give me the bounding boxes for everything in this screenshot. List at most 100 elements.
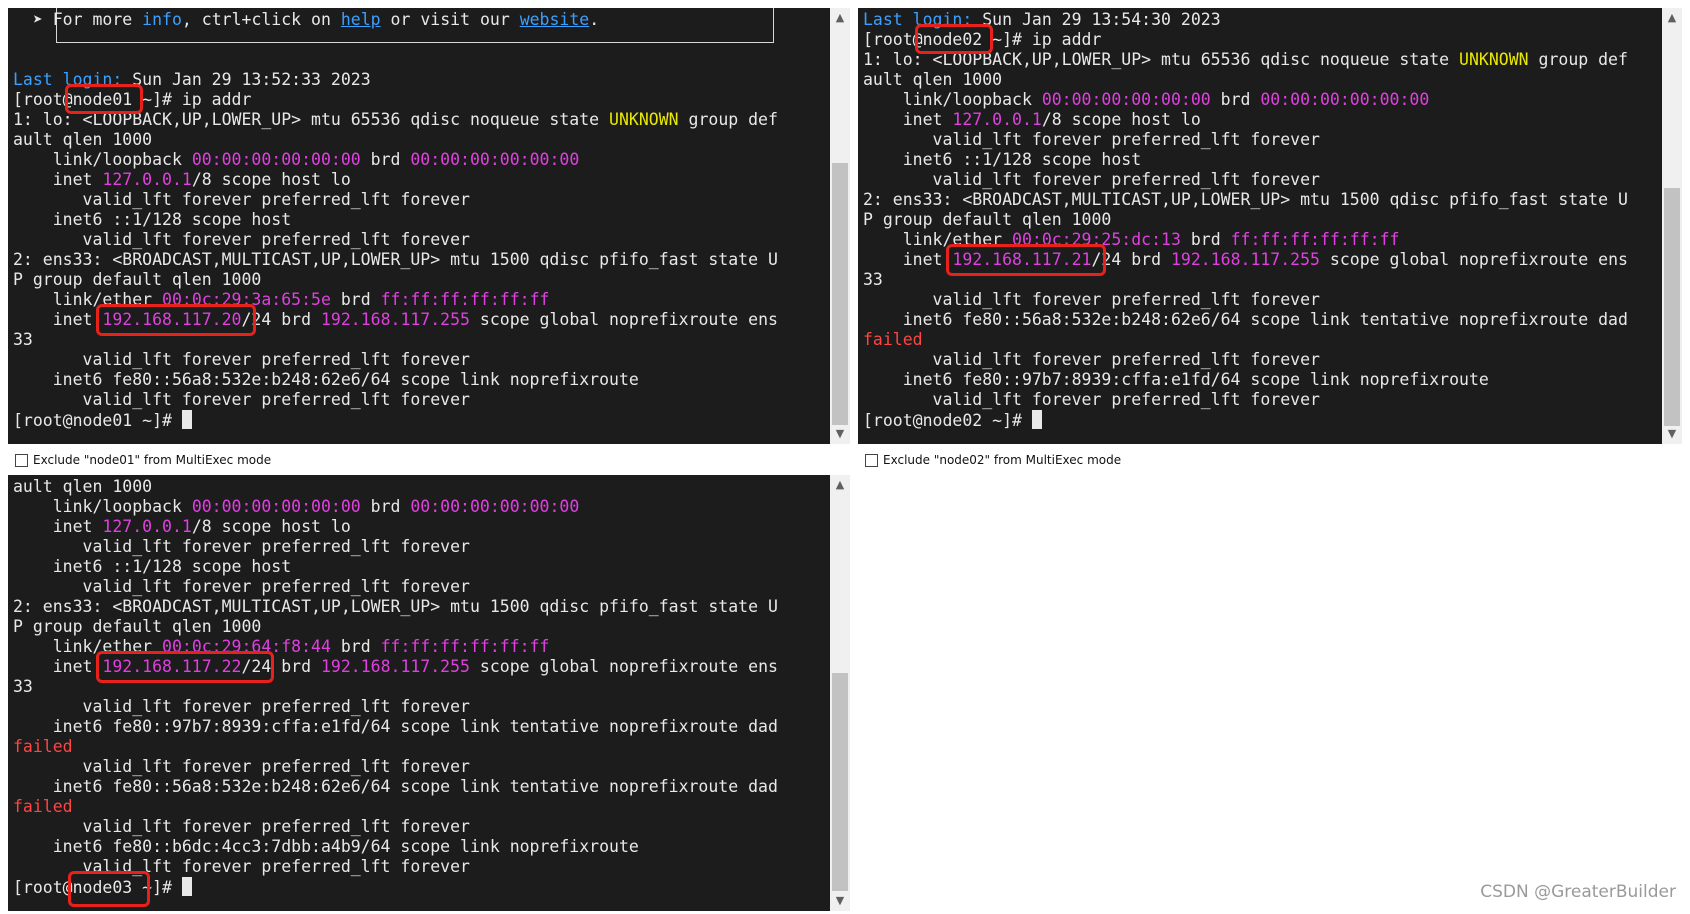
terminal-text: scope global noprefixroute ens: [469, 310, 778, 329]
terminal-text: inet: [13, 310, 103, 329]
scroll-down-icon[interactable]: ▼: [830, 891, 850, 911]
terminal-text: ➤ For more: [32, 10, 143, 29]
terminal-line: 2: ens33: <BROADCAST,MULTICAST,UP,LOWER_…: [13, 597, 828, 617]
terminal-text: 33: [13, 330, 33, 349]
exclude-node01-checkbox[interactable]: Exclude "node01" from MultiExec mode: [15, 453, 271, 467]
terminal-text: valid_lft forever preferred_lft forever: [13, 190, 470, 209]
scrollbar-thumb[interactable]: [832, 163, 848, 425]
terminal-text: ff:ff:ff:ff:ff:ff: [1230, 230, 1400, 249]
terminal-text: 33: [13, 677, 33, 696]
terminal-pane-node01[interactable]: ➤ For more info, ctrl+click on help or v…: [8, 8, 850, 444]
terminal-text: valid_lft forever preferred_lft forever: [13, 537, 470, 556]
terminal-text: /8 scope host lo: [191, 517, 351, 536]
text-cursor: [181, 877, 192, 896]
terminal-pane-node03[interactable]: ault qlen 1000 link/loopback 00:00:00:00…: [8, 475, 850, 911]
terminal-text: link/loopback: [13, 497, 192, 516]
vertical-scrollbar[interactable]: ▲ ▼: [1662, 8, 1682, 444]
terminal-link[interactable]: help: [341, 10, 381, 29]
highlight-hostname: [65, 84, 143, 114]
highlight-ip: [946, 244, 1106, 276]
terminal-pane-node02[interactable]: Last login: Sun Jan 29 13:54:30 2023 [roo…: [858, 8, 1682, 444]
terminal-text: inet: [863, 110, 953, 129]
terminal-text: 2: ens33: <BROADCAST,MULTICAST,UP,LOWER_…: [13, 597, 778, 616]
terminal-link[interactable]: website: [520, 10, 590, 29]
scroll-up-icon[interactable]: ▲: [830, 8, 850, 28]
terminal-line: 2: ens33: <BROADCAST,MULTICAST,UP,LOWER_…: [863, 190, 1660, 210]
terminal-line: ault qlen 1000: [13, 477, 828, 497]
exclude-label: Exclude "node02" from MultiExec mode: [883, 453, 1122, 467]
terminal-text: P group default qlen 1000: [13, 270, 262, 289]
terminal-line: valid_lft forever preferred_lft forever: [863, 130, 1660, 150]
terminal-text: inet: [13, 517, 103, 536]
terminal-text: valid_lft forever preferred_lft forever: [863, 170, 1320, 189]
checkbox-box[interactable]: [865, 453, 878, 467]
terminal-line: [root@node01 ~]#: [13, 410, 828, 430]
highlight-ip: [96, 651, 274, 683]
terminal-line: inet6 fe80::56a8:532e:b248:62e6/64 scope…: [13, 370, 828, 390]
terminal-text: inet6 fe80::97b7:8939:cffa:e1fd/64 scope…: [13, 717, 778, 736]
terminal-line: inet6 fe80::97b7:8939:cffa:e1fd/64 scope…: [863, 370, 1660, 390]
terminal-text: Sun Jan 29 13:54:30 2023: [972, 10, 1221, 29]
terminal-line: inet6 ::1/128 scope host: [863, 150, 1660, 170]
terminal-text: failed: [13, 797, 73, 816]
scroll-up-icon[interactable]: ▲: [830, 475, 850, 495]
terminal-output[interactable]: ault qlen 1000 link/loopback 00:00:00:00…: [13, 477, 828, 911]
terminal-text: inet6 ::1/128 scope host: [13, 210, 292, 229]
terminal-text: info: [142, 10, 182, 29]
terminal-text: /8 scope host lo: [191, 170, 351, 189]
highlight-hostname: [915, 24, 993, 54]
terminal-line: valid_lft forever preferred_lft forever: [13, 817, 828, 837]
checkbox-box[interactable]: [15, 453, 28, 467]
terminal-text: ff:ff:ff:ff:ff:ff: [380, 290, 550, 309]
terminal-text: valid_lft forever preferred_lft forever: [863, 130, 1320, 149]
terminal-text: scope global noprefixroute ens: [469, 657, 778, 676]
terminal-text: inet6 ::1/128 scope host: [863, 150, 1142, 169]
scroll-up-icon[interactable]: ▲: [1662, 8, 1682, 28]
terminal-text: .: [589, 10, 600, 29]
scrollbar-thumb[interactable]: [1664, 188, 1680, 426]
terminal-line: P group default qlen 1000: [13, 270, 828, 290]
terminal-line: failed: [13, 797, 828, 817]
terminal-line: valid_lft forever preferred_lft forever: [13, 577, 828, 597]
terminal-text: inet: [13, 170, 103, 189]
terminal-line: inet6 ::1/128 scope host: [13, 557, 828, 577]
terminal-line: [root@node02 ~]#: [863, 410, 1660, 430]
terminal-text: brd: [360, 497, 411, 516]
scroll-down-icon[interactable]: ▼: [830, 424, 850, 444]
terminal-text: 127.0.0.1: [102, 517, 192, 536]
terminal-text: inet6 fe80::97b7:8939:cffa:e1fd/64 scope…: [863, 370, 1489, 389]
scroll-down-icon[interactable]: ▼: [1662, 424, 1682, 444]
terminal-text: /8 scope host lo: [1041, 110, 1201, 129]
terminal-text: 00:00:00:00:00:00: [191, 497, 361, 516]
terminal-output[interactable]: Last login: Sun Jan 29 13:54:30 2023 [roo…: [863, 10, 1660, 444]
terminal-text: inet: [13, 657, 103, 676]
terminal-text: 2: ens33: <BROADCAST,MULTICAST,UP,LOWER_…: [13, 250, 778, 269]
terminal-text: 2: ens33: <BROADCAST,MULTICAST,UP,LOWER_…: [863, 190, 1628, 209]
terminal-text: valid_lft forever preferred_lft forever: [13, 390, 470, 409]
text-cursor: [181, 410, 192, 429]
terminal-text: ff:ff:ff:ff:ff:ff: [380, 637, 550, 656]
terminal-text: 00:00:00:00:00:00: [191, 150, 361, 169]
terminal-line: P group default qlen 1000: [863, 210, 1660, 230]
terminal-line: valid_lft forever preferred_lft forever: [863, 290, 1660, 310]
vertical-scrollbar[interactable]: ▲ ▼: [830, 475, 850, 911]
terminal-text: inet6 fe80::56a8:532e:b248:62e6/64 scope…: [863, 310, 1628, 329]
scrollbar-thumb[interactable]: [832, 673, 848, 891]
terminal-text: 00:00:00:00:00:00: [410, 150, 580, 169]
terminal-text: group def: [1528, 50, 1628, 69]
terminal-line: failed: [13, 737, 828, 757]
terminal-text: , ctrl+click on: [181, 10, 341, 29]
terminal-line: valid_lft forever preferred_lft forever: [863, 390, 1660, 410]
terminal-output[interactable]: ➤ For more info, ctrl+click on help or v…: [13, 10, 828, 444]
terminal-line: inet 127.0.0.1/8 scope host lo: [863, 110, 1660, 130]
text-cursor: [1031, 410, 1042, 429]
exclude-node02-checkbox[interactable]: Exclude "node02" from MultiExec mode: [865, 453, 1121, 467]
terminal-text: valid_lft forever preferred_lft forever: [13, 817, 470, 836]
terminal-text: UNKNOWN: [1459, 50, 1529, 69]
terminal-text: failed: [863, 330, 923, 349]
terminal-line: 2: ens33: <BROADCAST,MULTICAST,UP,LOWER_…: [13, 250, 828, 270]
vertical-scrollbar[interactable]: ▲ ▼: [830, 8, 850, 444]
terminal-text: brd: [330, 290, 381, 309]
